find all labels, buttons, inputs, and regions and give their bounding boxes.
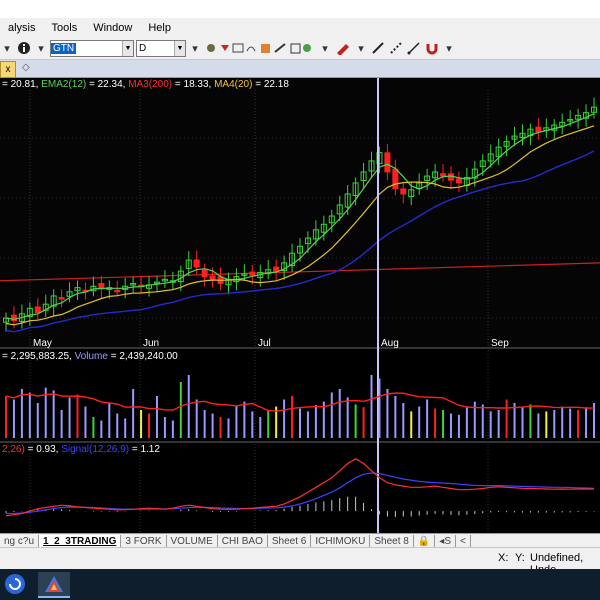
app-circle-icon[interactable] bbox=[2, 572, 28, 596]
candle-body bbox=[400, 188, 407, 195]
toolbar-dropdown-icon[interactable]: ▾ bbox=[0, 40, 14, 56]
chart-tab-strip: x ◇ bbox=[0, 60, 600, 78]
chevron-down-icon[interactable]: ▼ bbox=[122, 40, 133, 56]
month-label: Jul bbox=[258, 338, 271, 349]
chart-area[interactable]: May Jun Jul Aug Sep = 20.81, EMA2(12) = 22.3… bbox=[0, 78, 600, 533]
candle-body bbox=[209, 275, 216, 280]
sheet-tab[interactable]: 1_2_3TRADING bbox=[39, 535, 122, 547]
macd-legend-part: = 1.12 bbox=[129, 444, 160, 455]
chevron-down-icon[interactable]: ▾ bbox=[354, 40, 368, 56]
symbol-combo[interactable]: GTN ▼ bbox=[50, 39, 134, 57]
status-y: Y: bbox=[515, 552, 525, 564]
price-panel bbox=[0, 78, 600, 348]
candle-body bbox=[384, 152, 391, 173]
chart-canvas[interactable]: May Jun Jul Aug Sep bbox=[0, 78, 600, 533]
month-label: May bbox=[33, 338, 52, 349]
title-area bbox=[0, 0, 600, 18]
pencil-icon[interactable] bbox=[334, 40, 352, 56]
sheet-tab[interactable]: Sheet 6 bbox=[268, 535, 312, 547]
symbol-value: GTN bbox=[51, 42, 77, 54]
macd-legend: 2,26) = 0.93, Signal(12,26,9) = 1.12 bbox=[2, 444, 160, 455]
menu-analysis[interactable]: alysis bbox=[0, 22, 44, 34]
price-legend-part: = 20.81, bbox=[2, 79, 42, 90]
volume-legend-part: = 2,295,883.25, bbox=[2, 351, 75, 362]
status-bar: X: Y: Undefined, Unde bbox=[0, 547, 600, 576]
chevron-down-icon[interactable]: ▾ bbox=[34, 40, 48, 56]
macd-legend-part: = 0.93, bbox=[24, 444, 62, 455]
volume-legend: = 2,295,883.25, Volume = 2,439,240.00 bbox=[2, 351, 178, 362]
dotted-line-icon[interactable] bbox=[388, 40, 404, 56]
chevron-down-icon[interactable]: ▾ bbox=[188, 40, 202, 56]
sheet-tab[interactable]: ng c?u bbox=[0, 535, 40, 547]
amibroker-icon[interactable] bbox=[38, 572, 70, 598]
candle-body bbox=[273, 266, 280, 272]
price-legend-part: MA3(200) bbox=[128, 79, 173, 90]
taskbar bbox=[0, 569, 600, 600]
status-x: X: bbox=[498, 552, 509, 564]
interval-combo[interactable]: D ▼ bbox=[136, 39, 186, 57]
volume-legend-part: Volume bbox=[74, 351, 108, 362]
nav-prev-icon[interactable]: < bbox=[456, 535, 471, 547]
macd-legend-part: Signal(12,26,9) bbox=[61, 444, 130, 455]
diamond-icon[interactable]: ◇ bbox=[22, 62, 30, 73]
candle-body bbox=[455, 178, 462, 184]
line-icon[interactable] bbox=[370, 40, 386, 56]
price-legend-part: = 22.18 bbox=[252, 79, 289, 90]
volume-legend-part: = 2,439,240.00 bbox=[107, 351, 178, 362]
month-label: Jun bbox=[143, 338, 159, 349]
chevron-down-icon[interactable]: ▾ bbox=[442, 40, 456, 56]
candle-body bbox=[193, 259, 200, 268]
chevron-down-icon[interactable]: ▾ bbox=[318, 40, 332, 56]
candle-body bbox=[58, 297, 65, 300]
menu-help[interactable]: Help bbox=[140, 22, 179, 34]
chevron-down-icon[interactable]: ▼ bbox=[174, 40, 185, 56]
month-label: Sep bbox=[491, 338, 509, 349]
candle-body bbox=[535, 126, 542, 133]
price-legend: = 20.81, EMA2(12) = 22.34, MA3(200) = 18… bbox=[2, 79, 289, 90]
candle-body bbox=[201, 269, 208, 278]
sheet-tabs: ng c?u 1_2_3TRADING 3 FORK VOLUME CHI BAO She… bbox=[0, 533, 600, 548]
menu-bar: alysis Tools Window Help bbox=[0, 18, 600, 37]
price-legend-part: = 22.34, bbox=[86, 79, 129, 90]
month-label: Aug bbox=[381, 338, 399, 349]
nav-first-icon[interactable]: ◂S bbox=[435, 535, 456, 547]
info-icon[interactable] bbox=[16, 40, 32, 56]
candle-body bbox=[249, 271, 256, 276]
interval-value: D bbox=[139, 42, 147, 54]
sheet-tab[interactable]: CHI BAO bbox=[218, 535, 268, 547]
sheet-tab[interactable]: Sheet 8 bbox=[370, 535, 414, 547]
candle-body bbox=[114, 289, 121, 293]
toolbar-tools-icon[interactable] bbox=[204, 40, 316, 56]
price-legend-part: EMA2(12) bbox=[41, 79, 87, 90]
magnet-icon[interactable] bbox=[424, 40, 440, 56]
close-icon[interactable]: x bbox=[0, 61, 16, 78]
price-legend-part: = 18.33, bbox=[172, 79, 215, 90]
menu-tools[interactable]: Tools bbox=[44, 22, 86, 34]
sheet-tab[interactable]: ICHIMOKU bbox=[311, 535, 371, 547]
lock-icon[interactable]: 🔒 bbox=[414, 535, 436, 547]
menu-window[interactable]: Window bbox=[85, 22, 140, 34]
ray-line-icon[interactable] bbox=[406, 40, 422, 56]
price-legend-part: MA4(20) bbox=[214, 79, 253, 90]
sheet-tab[interactable]: VOLUME bbox=[167, 535, 218, 547]
candle-body bbox=[440, 173, 447, 177]
toolbar: ▾ ▾ GTN ▼ D ▼ ▾ ▾ ▾ ▾ bbox=[0, 37, 600, 60]
candle-body bbox=[392, 168, 399, 189]
candle-body bbox=[34, 306, 41, 313]
macd-legend-part: 2,26) bbox=[2, 444, 25, 455]
sheet-tab[interactable]: 3 FORK bbox=[121, 535, 167, 547]
